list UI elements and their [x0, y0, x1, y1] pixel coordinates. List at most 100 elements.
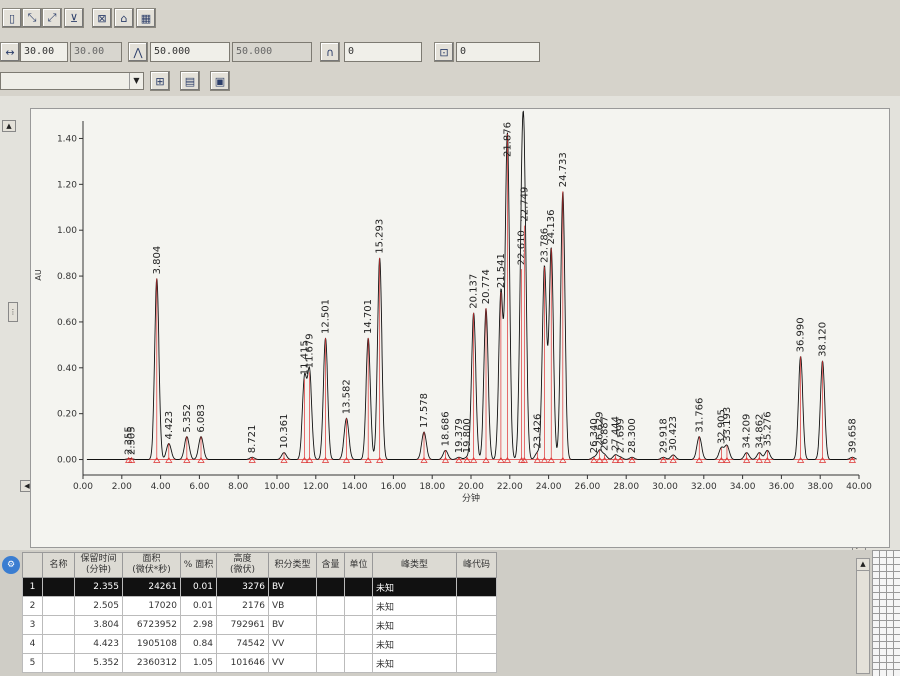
settings-grid-icon[interactable]: ▦ [136, 8, 156, 28]
results-panel: ⚙ 名称 保留时间 (分钟) 面积 (微伏*秒) % 面积 高度 (微伏) 积分… [0, 550, 900, 676]
zoom-peak-icon[interactable]: ⤡ [22, 8, 42, 28]
min-area-icon[interactable]: ∩ [320, 42, 340, 62]
chromatogram-svg: 0.00 0.20 0.40 0.60 0.80 1.00 1.20 1.40 0.00 2.00… [34, 110, 872, 504]
peak-label: 10.361 [279, 414, 290, 449]
peak-label: 35.276 [762, 411, 773, 446]
scroll-up-arrow-icon[interactable]: ▲ [857, 559, 869, 571]
range-end-field[interactable]: 30.00 [70, 42, 122, 62]
header-rt[interactable]: 保留时间 (分钟) [74, 552, 123, 578]
row-index: 5 [22, 653, 43, 673]
cell-content [316, 653, 345, 673]
peak-label-icon[interactable]: ⊠ [92, 8, 112, 28]
header-peak-type[interactable]: 峰类型 [372, 552, 457, 578]
x-tick-label: 20.00 [458, 482, 484, 492]
range-start-field[interactable]: 30.00 [20, 42, 68, 62]
peak-label: 20.137 [469, 274, 480, 309]
cell-code [456, 596, 497, 616]
cell-type: VV [268, 653, 317, 673]
peak-label: 6.083 [196, 404, 207, 433]
cell-pct: 2.98 [180, 615, 217, 635]
select-tool-icon[interactable]: ▯ [2, 8, 22, 28]
header-content[interactable]: 含量 [316, 552, 345, 578]
event-type-dropdown[interactable]: ▼ [0, 72, 144, 90]
header-int-type[interactable]: 积分类型 [268, 552, 317, 578]
cell-name [42, 634, 75, 654]
split-peak-icon[interactable]: ⊻ [64, 8, 84, 28]
cell-unit [344, 577, 373, 597]
header-area[interactable]: 面积 (微伏*秒) [122, 552, 181, 578]
chevron-down-icon: ▼ [129, 73, 143, 89]
cell-code [456, 577, 497, 597]
cell-unit [344, 634, 373, 654]
threshold-2-field[interactable]: 50.000 [232, 42, 312, 62]
cell-type: VB [268, 596, 317, 616]
toolbar-row-2: ↔ 30.00 30.00 ⋀ 50.000 50.000 ∩ 0 ⊡ 0 [0, 36, 900, 68]
table-row[interactable]: 3 3.804 6723952 2.98 792961 BV 未知 [22, 615, 497, 635]
cell-code [456, 653, 497, 673]
peak-label: 34.209 [742, 414, 753, 449]
table-scrollbar[interactable]: ▲ [856, 558, 870, 674]
scroll-up-icon[interactable]: ▲ [2, 120, 16, 132]
y-tick-label: 0.00 [57, 456, 77, 466]
cell-code [456, 615, 497, 635]
row-index: 3 [22, 615, 43, 635]
table-row[interactable]: 2 2.505 17020 0.01 2176 VB 未知 [22, 596, 497, 616]
peak-label: 8.721 [247, 425, 258, 454]
header-name[interactable]: 名称 [42, 552, 75, 578]
cell-unit [344, 653, 373, 673]
header-peak-code[interactable]: 峰代码 [456, 552, 497, 578]
cell-height: 101646 [216, 653, 269, 673]
peak-label: 2.505 [127, 426, 138, 455]
peak-label: 39.658 [847, 418, 858, 453]
cell-rt: 2.355 [74, 577, 123, 597]
header-height[interactable]: 高度 (微伏) [216, 552, 269, 578]
cell-peak: 未知 [372, 577, 457, 597]
cell-pct: 1.05 [180, 653, 217, 673]
header-pct-area[interactable]: % 面积 [180, 552, 217, 578]
min-height-icon[interactable]: ⊡ [434, 42, 454, 62]
chromatogram-chart[interactable]: 0.00 0.20 0.40 0.60 0.80 1.00 1.20 1.40 0.00 2.00… [30, 108, 890, 548]
cell-code [456, 634, 497, 654]
table-row[interactable]: 1 2.355 24261 0.01 3276 BV 未知 [22, 577, 497, 597]
cell-type: BV [268, 577, 317, 597]
threshold-field[interactable]: 50.000 [150, 42, 230, 62]
x-tick-label: 18.00 [419, 482, 445, 492]
x-tick-label: 36.00 [769, 482, 795, 492]
cell-rt: 3.804 [74, 615, 123, 635]
cell-pct: 0.01 [180, 596, 217, 616]
y-axis-handle[interactable]: ⋮ [8, 302, 18, 322]
x-tick-label: 34.00 [730, 482, 756, 492]
cell-unit [344, 615, 373, 635]
table-settings-icon[interactable]: ⚙ [2, 556, 20, 574]
threshold-icon[interactable]: ⋀ [128, 42, 148, 62]
table-row[interactable]: 4 4.423 1905108 0.84 74542 VV 未知 [22, 634, 497, 654]
y-tick-label: 0.40 [57, 364, 77, 374]
cell-peak: 未知 [372, 653, 457, 673]
peak-label: 22.749 [519, 187, 530, 222]
event-table-icon[interactable]: ▤ [180, 71, 200, 91]
min-area-field[interactable]: 0 [344, 42, 422, 62]
toolbar-row-3: ▼ ⊞ ▤ ▣ [0, 68, 900, 96]
cell-pct: 0.01 [180, 577, 217, 597]
cell-rt: 2.505 [74, 596, 123, 616]
add-event-icon[interactable]: ⊞ [150, 71, 170, 91]
peak-label: 20.774 [481, 269, 492, 304]
cell-content [316, 615, 345, 635]
table-row[interactable]: 5 5.352 2360312 1.05 101646 VV 未知 [22, 653, 497, 673]
header-unit[interactable]: 单位 [344, 552, 373, 578]
width-icon[interactable]: ↔ [0, 42, 20, 62]
peak-label: 26.887 [600, 416, 611, 451]
peak-label: 23.426 [532, 414, 543, 449]
cell-height: 74542 [216, 634, 269, 654]
apply-event-icon[interactable]: ▣ [210, 71, 230, 91]
cell-area: 2360312 [122, 653, 181, 673]
peak-label: 38.120 [818, 322, 829, 357]
cell-area: 17020 [122, 596, 181, 616]
x-tick-label: 24.00 [536, 482, 562, 492]
baseline-icon[interactable]: ⤢ [42, 8, 62, 28]
min-height-field[interactable]: 0 [456, 42, 540, 62]
integrate-icon[interactable]: ⌂ [114, 8, 134, 28]
peak-label: 33.193 [722, 407, 733, 442]
x-tick-label: 10.00 [264, 482, 290, 492]
cell-name [42, 615, 75, 635]
